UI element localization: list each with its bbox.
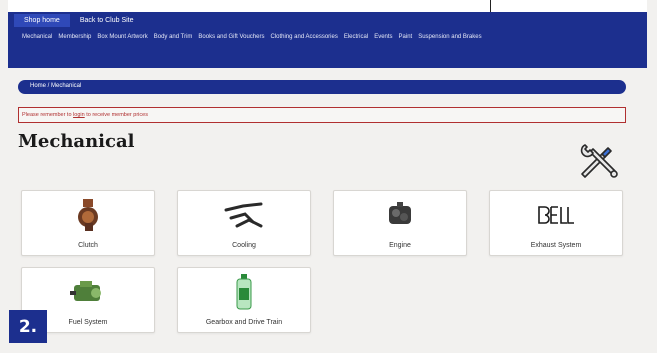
category-label: Engine xyxy=(389,242,411,249)
category-nav: Mechanical Membership Box Mount Artwork … xyxy=(22,34,482,40)
tab-shop-home[interactable]: Shop home xyxy=(14,14,70,27)
engine-icon xyxy=(389,202,411,224)
category-card-engine[interactable]: Engine xyxy=(333,190,467,256)
bell-logo-icon xyxy=(538,206,574,224)
clutch-icon xyxy=(78,199,98,231)
category-label: Cooling xyxy=(232,242,256,249)
nav-item-clothing[interactable]: Clothing and Accessories xyxy=(270,34,337,40)
category-card-clutch[interactable]: Clutch xyxy=(21,190,155,256)
nav-item-books[interactable]: Books and Gift Vouchers xyxy=(198,34,264,40)
nav-item-body-and-trim[interactable]: Body and Trim xyxy=(154,34,193,40)
notice-text: Please remember to login to receive memb… xyxy=(22,112,148,118)
breadcrumb: Home / Mechanical xyxy=(18,80,626,94)
tab-back-to-club-site[interactable]: Back to Club Site xyxy=(70,14,144,27)
notice-prefix: Please remember to xyxy=(22,112,74,118)
category-card-gearbox-and-drive-train[interactable]: Gearbox and Drive Train xyxy=(177,267,311,333)
oil-bottle-icon xyxy=(236,274,252,310)
category-card-exhaust-system[interactable]: Exhaust System xyxy=(489,190,623,256)
login-link[interactable]: login xyxy=(73,112,85,118)
header-tabs: Shop home Back to Club Site xyxy=(14,14,144,27)
nav-item-paint[interactable]: Paint xyxy=(399,34,413,40)
hoses-icon xyxy=(224,202,263,228)
page-title: Mechanical xyxy=(18,131,135,152)
login-notice: Please remember to login to receive memb… xyxy=(18,107,626,123)
nav-item-electrical[interactable]: Electrical xyxy=(344,34,368,40)
nav-item-box-mount-artwork[interactable]: Box Mount Artwork xyxy=(97,34,147,40)
wrench-screwdriver-icon xyxy=(580,144,618,178)
nav-item-events[interactable]: Events xyxy=(374,34,392,40)
nav-item-mechanical[interactable]: Mechanical xyxy=(22,34,52,40)
nav-item-suspension[interactable]: Suspension and Brakes xyxy=(418,34,481,40)
nav-item-membership[interactable]: Membership xyxy=(58,34,91,40)
category-label: Gearbox and Drive Train xyxy=(205,319,283,326)
top-white-strip xyxy=(8,0,647,12)
notice-suffix: to receive member prices xyxy=(84,112,148,118)
category-label: Exhaust System xyxy=(530,242,582,249)
fuel-pump-icon xyxy=(70,281,101,301)
category-card-cooling[interactable]: Cooling xyxy=(177,190,311,256)
step-number-badge: 2. xyxy=(9,310,47,343)
breadcrumb-text[interactable]: Home / Mechanical xyxy=(30,83,81,89)
category-label: Clutch xyxy=(78,242,98,249)
